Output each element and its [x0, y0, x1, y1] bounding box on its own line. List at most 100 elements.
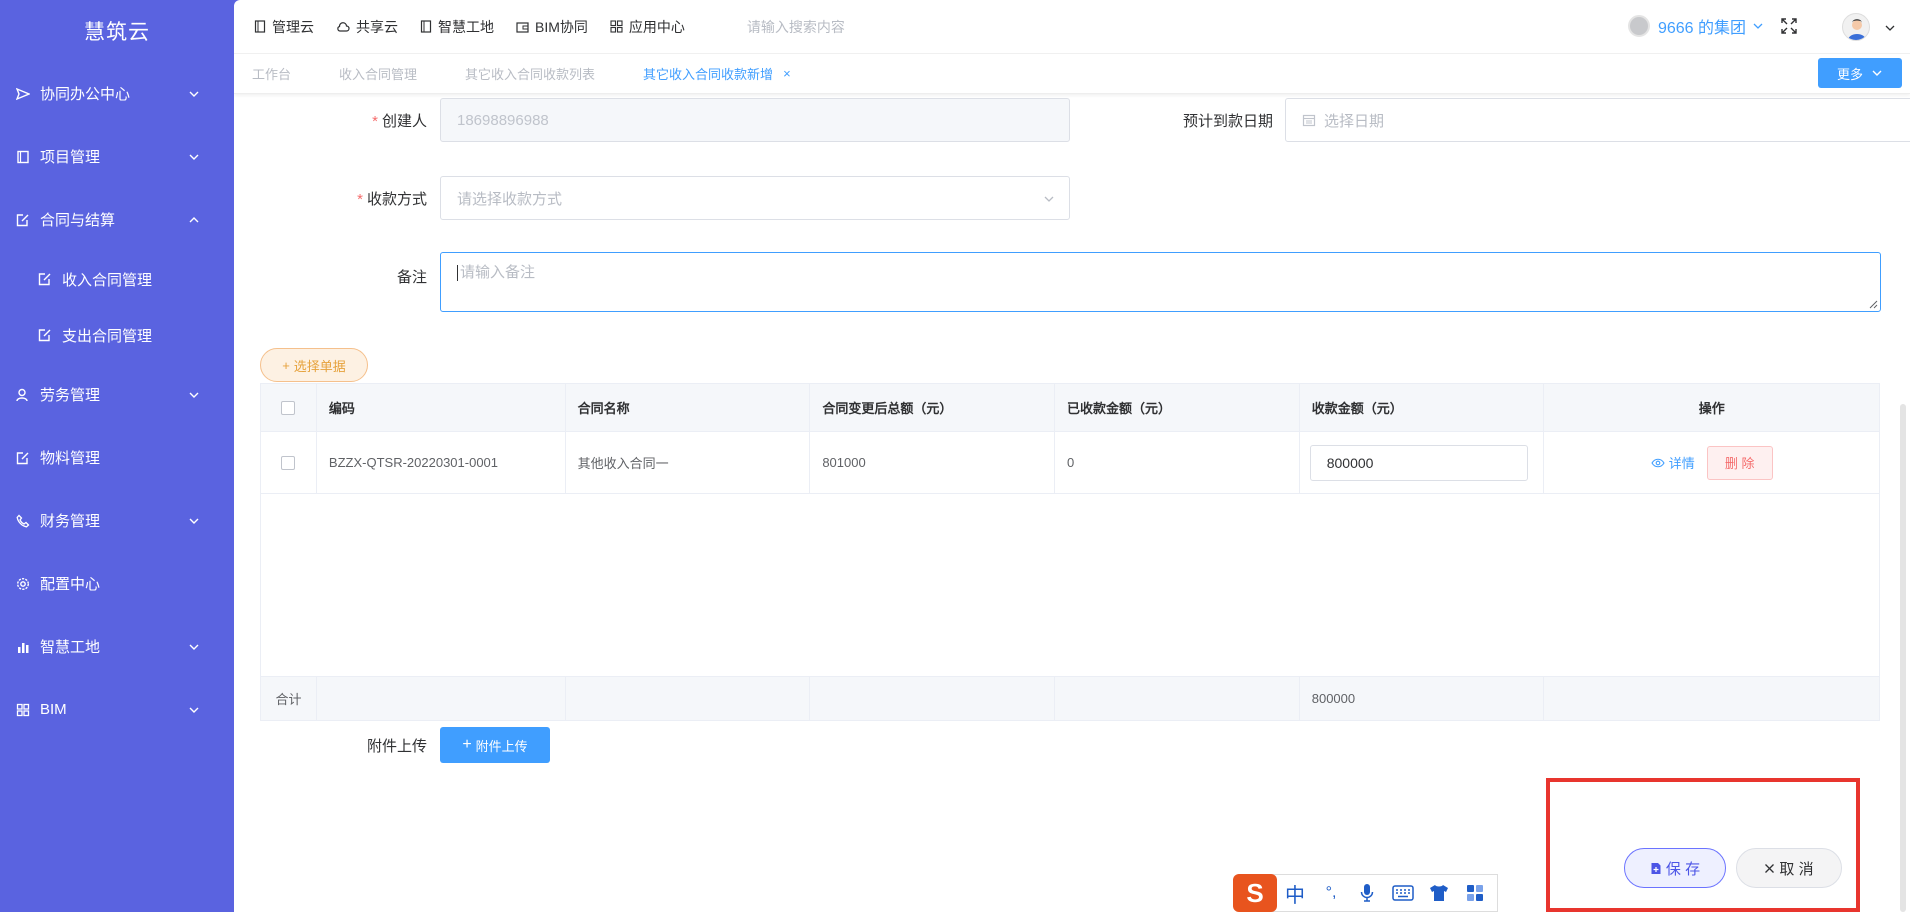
user-group-icon: [16, 388, 30, 402]
topnav-share-cloud[interactable]: 共享云: [336, 17, 398, 37]
sidebar-item-config[interactable]: 配置中心: [0, 552, 234, 615]
save-doc-icon: [1651, 862, 1661, 874]
more-button[interactable]: 更多: [1818, 58, 1902, 88]
save-label: 保 存: [1665, 860, 1701, 878]
sidebar-item-labor[interactable]: 劳务管理: [0, 363, 234, 426]
more-label: 更多: [1836, 66, 1863, 82]
org-selector[interactable]: 9666 的集团: [1627, 14, 1764, 38]
topnav-smart-site[interactable]: 智慧工地: [420, 17, 494, 37]
skin-shirt-icon[interactable]: [1421, 884, 1457, 902]
amount-input[interactable]: 800000: [1309, 444, 1528, 481]
creator-label: * 创建人: [234, 110, 427, 131]
sidebar-item-material[interactable]: 物料管理: [0, 426, 234, 489]
sidebar-item-contract-settlement[interactable]: 合同与结算: [0, 188, 234, 251]
resize-handle-icon[interactable]: [1868, 299, 1878, 309]
remark-textarea[interactable]: 请输入备注: [440, 252, 1881, 312]
row-checkbox-cell: [261, 432, 317, 493]
save-button[interactable]: 保 存: [1624, 848, 1726, 888]
search-input[interactable]: 请输入搜索内容: [747, 17, 947, 37]
topnav-label: 智慧工地: [438, 18, 494, 35]
attachment-row: 附件上传 + 附件上传: [234, 727, 550, 763]
doc-icon: [254, 20, 266, 33]
tab-other-income-new[interactable]: 其它收入合同收款新增 ×: [643, 64, 791, 83]
sidebar-item-finance[interactable]: 财务管理: [0, 489, 234, 552]
chevron-down-icon: [189, 392, 199, 398]
sidebar-item-bim[interactable]: BIM: [0, 678, 234, 741]
avatar[interactable]: [1842, 13, 1870, 41]
footer-empty: [566, 677, 811, 720]
chevron-down-icon: [1872, 70, 1882, 76]
chevron-down-icon: [189, 518, 199, 524]
sidebar-item-project[interactable]: 项目管理: [0, 125, 234, 188]
sidebar-item-smart-site[interactable]: 智慧工地: [0, 615, 234, 678]
ime-chinese-toggle[interactable]: 中: [1277, 879, 1313, 908]
edit-doc-icon: [16, 451, 30, 465]
top-nav: 管理云 共享云 智慧工地 BIM协同 应用中心: [254, 17, 707, 37]
fullscreen-icon[interactable]: [1780, 17, 1798, 35]
expected-date-picker[interactable]: 选择日期: [1285, 98, 1910, 142]
ime-punctuation-toggle[interactable]: °,: [1313, 884, 1349, 902]
close-icon: [1765, 863, 1775, 873]
tab-other-income-list[interactable]: 其它收入合同收款列表: [465, 64, 595, 83]
chevron-down-icon[interactable]: [1884, 22, 1896, 34]
header-actions: 操作: [1698, 401, 1725, 416]
microphone-icon[interactable]: [1349, 883, 1385, 903]
cell-contract-name: 其他收入合同一: [566, 432, 811, 493]
expected-date-row: 预计到款日期 选择日期: [1134, 98, 1910, 142]
footer-empty: [1544, 677, 1879, 720]
required-mark: *: [357, 190, 363, 208]
toolbox-icon[interactable]: [1457, 884, 1493, 902]
detail-link[interactable]: 详情: [1651, 453, 1695, 472]
method-label: * 收款方式: [234, 188, 427, 209]
book-icon: [16, 150, 30, 164]
close-icon[interactable]: ×: [783, 66, 791, 81]
creator-field[interactable]: 18698896988: [440, 98, 1070, 142]
remark-placeholder: 请输入备注: [460, 264, 536, 281]
sidebar-item-label: 项目管理: [40, 149, 101, 166]
sidebar-item-label: 合同与结算: [40, 212, 116, 229]
sidebar-item-expense-contract[interactable]: 支出合同管理: [0, 307, 234, 363]
creator-row: * 创建人 18698896988: [234, 98, 1070, 142]
topnav-bim[interactable]: BIM协同: [516, 17, 588, 37]
table-empty-area: [261, 494, 1879, 676]
select-document-button[interactable]: + 选择单据: [260, 348, 368, 382]
header-code: 编码: [317, 384, 566, 431]
cancel-label: 取 消: [1779, 860, 1814, 878]
footer-empty: [1055, 677, 1300, 720]
footer-amount-total: 800000: [1300, 677, 1545, 720]
tab-label: 其它收入合同收款列表: [465, 67, 596, 82]
required-mark: *: [372, 112, 378, 130]
edit-doc-icon: [38, 272, 52, 286]
scrollbar[interactable]: [1900, 404, 1906, 912]
doc-icon: [420, 20, 432, 33]
tab-income-contract[interactable]: 收入合同管理: [339, 64, 417, 83]
delete-button[interactable]: 删 除: [1706, 445, 1773, 480]
chevron-down-icon: [189, 91, 199, 97]
sidebar-item-income-contract[interactable]: 收入合同管理: [0, 251, 234, 307]
chevron-down-icon: [1044, 196, 1054, 202]
gear-icon: [16, 577, 30, 591]
chevron-up-icon: [189, 216, 199, 222]
row-checkbox[interactable]: [281, 455, 296, 470]
sogou-logo-icon[interactable]: S: [1233, 874, 1277, 912]
select-all-checkbox[interactable]: [281, 400, 296, 415]
method-row: * 收款方式 请选择收款方式: [234, 176, 1070, 220]
tab-label: 工作台: [252, 67, 292, 82]
topnav-label: 共享云: [356, 18, 398, 35]
footer-empty: [317, 677, 566, 720]
keyboard-icon[interactable]: [1385, 885, 1421, 901]
sidebar-item-label: 收入合同管理: [62, 271, 153, 289]
tab-workbench[interactable]: 工作台: [252, 64, 291, 83]
cancel-button[interactable]: 取 消: [1736, 848, 1842, 888]
method-select[interactable]: 请选择收款方式: [440, 176, 1070, 220]
sidebar-item-label: 财务管理: [40, 513, 101, 530]
sidebar-item-collab-office[interactable]: 协同办公中心: [0, 62, 234, 125]
header-contract-name: 合同名称: [566, 384, 811, 431]
sidebar-item-label: 协同办公中心: [40, 86, 131, 103]
cloud-icon: [337, 21, 350, 32]
topnav-management-cloud[interactable]: 管理云: [254, 17, 314, 37]
topnav-app-center[interactable]: 应用中心: [610, 17, 685, 37]
org-name: 9666 的集团: [1657, 20, 1746, 37]
upload-attachment-button[interactable]: + 附件上传: [440, 727, 550, 763]
brand-logo: 慧筑云: [84, 21, 150, 44]
